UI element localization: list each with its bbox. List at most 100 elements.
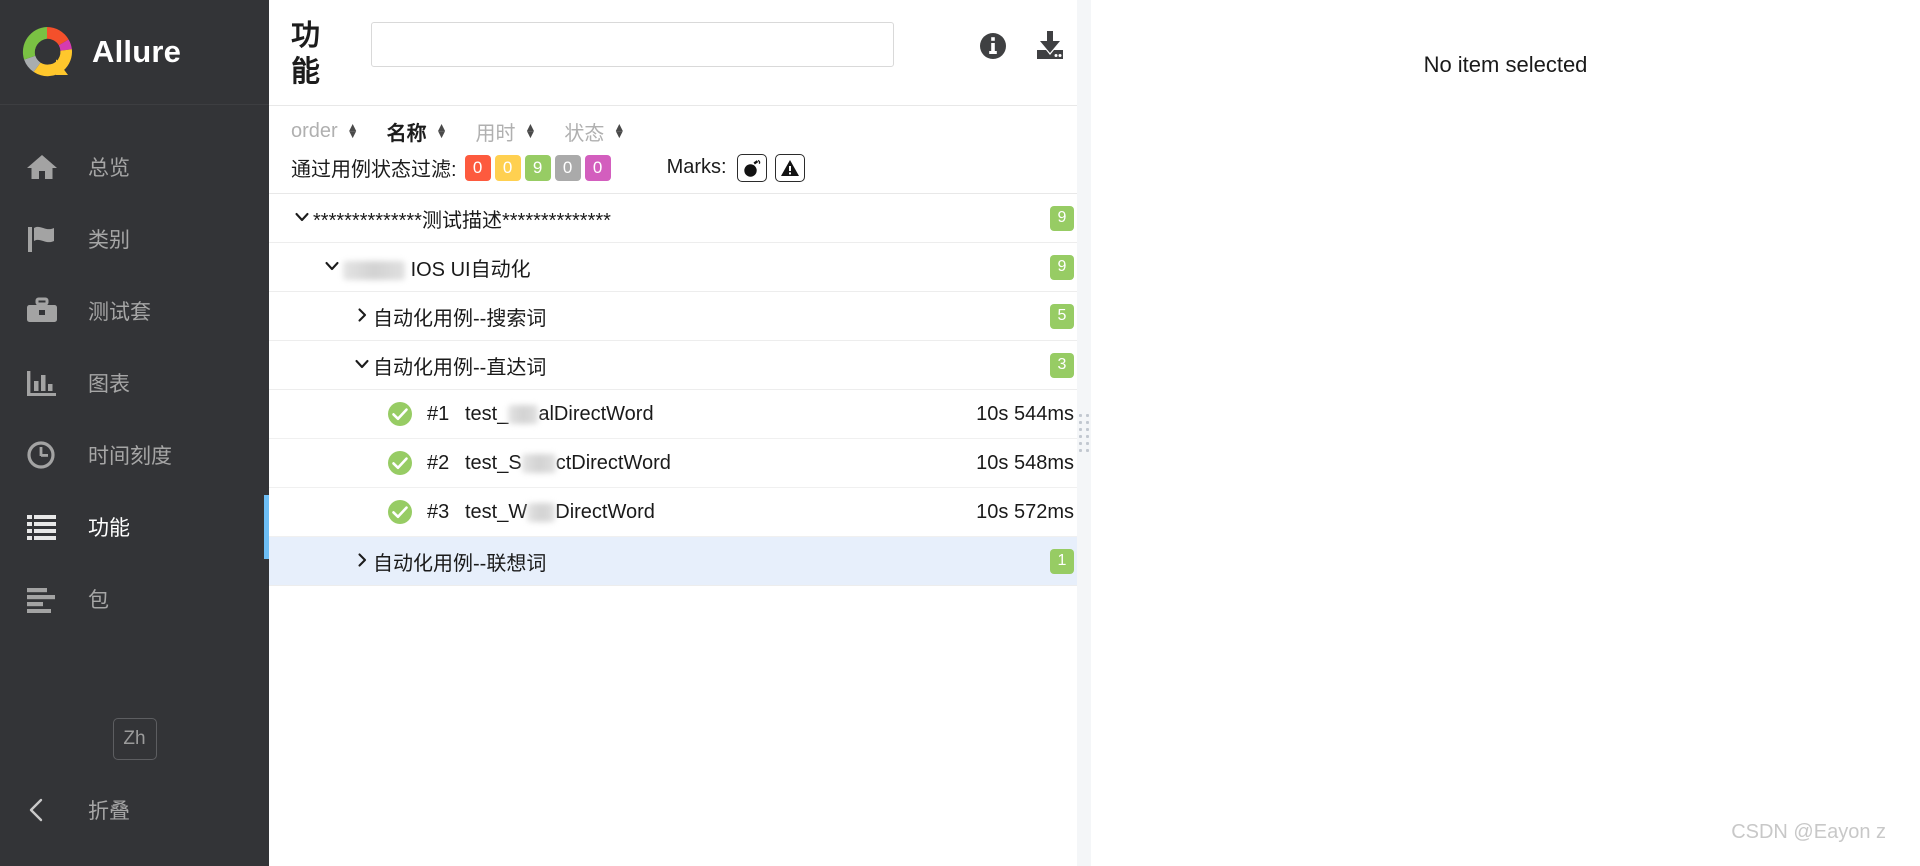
package-lines-icon — [26, 582, 66, 616]
redacted-text — [527, 502, 556, 522]
test-case-duration: 10s 572ms — [976, 500, 1074, 523]
chevron-down-icon[interactable] — [321, 258, 343, 277]
collapse-sidebar-button[interactable]: 折叠 — [0, 780, 269, 840]
tree-row-title: 自动化用例--搜索词 — [373, 307, 547, 330]
tree-row-count: 5 — [1050, 303, 1074, 329]
sidebar-item-categories[interactable]: 类别 — [0, 203, 269, 275]
sidebar-item-packages[interactable]: 包 — [0, 563, 269, 635]
tree-row-title: **************测试描述************** — [313, 204, 611, 233]
marks-section: Marks: — [666, 153, 813, 182]
sort-label: 名称 — [386, 122, 427, 145]
status-chip-failed[interactable]: 0 — [464, 154, 491, 181]
splitter-grip-icon — [1079, 414, 1089, 452]
header-actions — [978, 12, 1066, 61]
tree-row-title-main: IOS UI自动化 — [410, 258, 531, 281]
status-chips: 0 0 9 0 0 — [464, 154, 611, 181]
tree-panel-header: 功能 — [269, 0, 1090, 106]
check-circle-icon — [387, 450, 413, 476]
status-filter-bar: 通过用例状态过滤: 0 0 9 0 0 Marks: — [269, 146, 1090, 194]
tree-row-count: 9 — [1050, 205, 1074, 231]
behaviors-tree: **************测试描述************** 9 IOS U… — [269, 194, 1090, 866]
bar-chart-icon — [26, 366, 66, 400]
test-case-number: #2 — [427, 451, 450, 474]
chevron-down-icon[interactable] — [351, 356, 373, 375]
tree-row-title: IOS UI自动化 — [343, 253, 531, 282]
status-filter-label: 通过用例状态过滤: — [291, 159, 457, 181]
sidebar-item-label: 功能 — [88, 517, 130, 540]
tree-row[interactable]: IOS UI自动化 9 — [269, 243, 1090, 292]
sidebar-item-label: 图表 — [88, 373, 130, 396]
watermark: CSDN @Eayon z — [1731, 821, 1886, 843]
sidebar: Allure 总览 类别 测试套 图表 时间刻度 功能 包 Zh 折叠 — [0, 0, 269, 866]
detail-panel: No item selected CSDN @Eayon z — [1091, 0, 1920, 866]
collapse-sidebar-label: 折叠 — [88, 800, 130, 823]
sort-by-status[interactable]: 状态 ▲ ▼ — [564, 117, 625, 146]
tree-row[interactable]: 自动化用例--搜索词 5 — [269, 292, 1090, 341]
test-case-name: test_W DirectWord — [465, 501, 655, 524]
check-circle-icon — [387, 401, 413, 427]
info-icon[interactable] — [978, 31, 1008, 61]
tree-row[interactable]: 自动化用例--联想词 1 — [269, 537, 1090, 586]
test-case-row[interactable]: #2 test_S ctDirectWord 10s 548ms — [269, 439, 1090, 488]
sidebar-item-overview[interactable]: 总览 — [0, 131, 269, 203]
bomb-icon[interactable] — [736, 153, 767, 182]
test-case-name-before: test_ — [465, 402, 509, 425]
sort-label: 用时 — [475, 122, 516, 145]
test-case-row[interactable]: #3 test_W DirectWord 10s 572ms — [269, 488, 1090, 537]
sidebar-item-label: 包 — [88, 589, 109, 612]
sort-by-order[interactable]: order ▲ ▼ — [291, 120, 359, 143]
tree-row-title: 自动化用例--联想词 — [373, 552, 547, 575]
allure-logo-icon — [18, 23, 76, 81]
test-case-name-before: test_W — [465, 500, 528, 523]
language-button[interactable]: Zh — [112, 718, 157, 760]
panel-splitter[interactable] — [1077, 0, 1091, 866]
page-title: 功能 — [291, 20, 321, 88]
status-chip-skipped[interactable]: 0 — [554, 154, 581, 181]
language-row: Zh — [0, 718, 269, 780]
search-input[interactable] — [371, 22, 894, 67]
brand-header[interactable]: Allure — [0, 0, 269, 105]
sidebar-item-graphs[interactable]: 图表 — [0, 347, 269, 419]
chevron-left-icon — [26, 797, 66, 823]
flag-icon — [26, 222, 66, 256]
sort-by-name[interactable]: 名称 ▲ ▼ — [387, 117, 448, 146]
sidebar-item-label: 类别 — [88, 229, 130, 252]
test-case-name: test_S ctDirectWord — [465, 452, 671, 475]
sidebar-item-behaviors[interactable]: 功能 — [0, 491, 269, 563]
sort-arrows-icon: ▲ ▼ — [346, 120, 359, 141]
tree-row[interactable]: **************测试描述************** 9 — [269, 194, 1090, 243]
test-case-name-after: ctDirectWord — [555, 451, 671, 474]
test-case-duration: 10s 548ms — [976, 451, 1074, 474]
search-container — [335, 12, 978, 67]
allure-report-app: Allure 总览 类别 测试套 图表 时间刻度 功能 包 Zh 折叠 功能 o… — [0, 0, 1920, 866]
tree-row-title-prefix: ************** — [313, 209, 422, 232]
behaviors-tree-panel: 功能 order ▲ ▼ 名称 ▲ ▼ 用时 ▲ ▼ 状态 ▲ ▼ 通过用例状态… — [269, 0, 1091, 866]
test-case-name: test_ alDirectWord — [465, 403, 654, 426]
test-case-duration: 10s 544ms — [976, 402, 1074, 425]
clock-icon — [26, 438, 66, 472]
tree-row[interactable]: 自动化用例--直达词 3 — [269, 341, 1090, 390]
sidebar-item-timeline[interactable]: 时间刻度 — [0, 419, 269, 491]
tree-row-count: 1 — [1050, 548, 1074, 574]
briefcase-icon — [26, 294, 66, 328]
sort-label: 状态 — [564, 122, 605, 145]
status-chip-broken[interactable]: 0 — [494, 154, 521, 181]
sidebar-item-suites[interactable]: 测试套 — [0, 275, 269, 347]
sort-label: order — [291, 119, 338, 142]
redacted-text — [343, 260, 405, 280]
status-chip-unknown[interactable]: 0 — [584, 154, 611, 181]
warning-triangle-icon[interactable] — [774, 153, 805, 182]
sort-by-duration[interactable]: 用时 ▲ ▼ — [475, 117, 536, 146]
test-case-number: #3 — [427, 500, 450, 523]
chevron-right-icon[interactable] — [351, 552, 373, 571]
sidebar-item-label: 测试套 — [88, 301, 151, 324]
sidebar-item-label: 时间刻度 — [88, 445, 172, 468]
chevron-down-icon[interactable] — [291, 209, 313, 228]
sidebar-item-label: 总览 — [88, 157, 130, 180]
chevron-right-icon[interactable] — [351, 307, 373, 326]
marks-label: Marks: — [666, 156, 727, 178]
tree-row-title-suffix: ************** — [501, 209, 611, 232]
download-icon[interactable] — [1034, 30, 1066, 61]
status-chip-passed[interactable]: 9 — [524, 154, 551, 181]
test-case-row[interactable]: #1 test_ alDirectWord 10s 544ms — [269, 390, 1090, 439]
